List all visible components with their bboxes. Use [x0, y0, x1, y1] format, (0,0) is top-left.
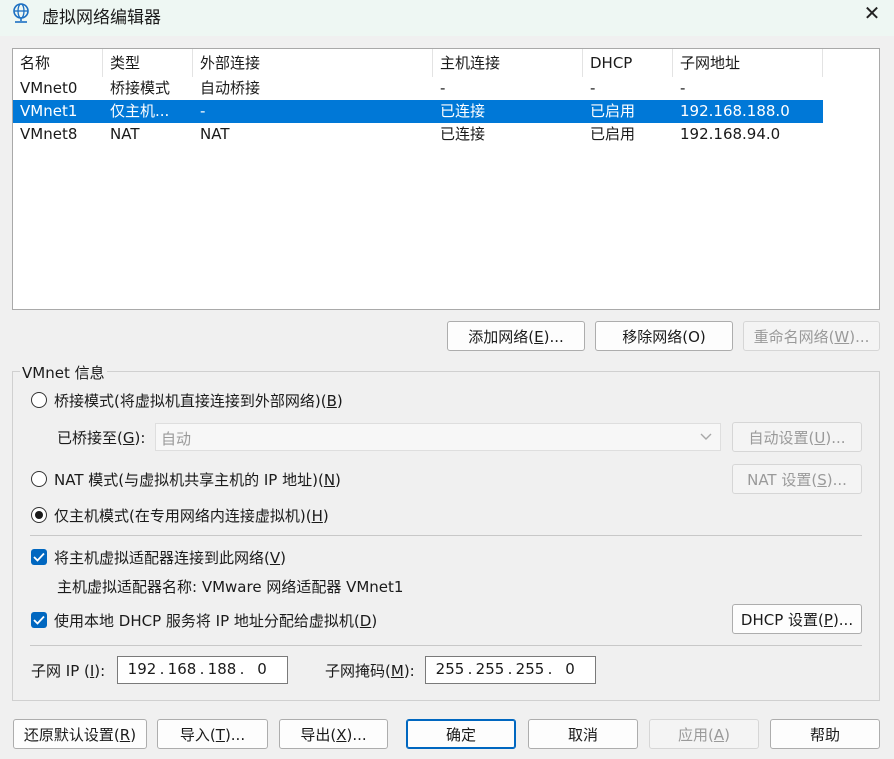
cancel-label: 取消	[567, 725, 598, 744]
subnet-mask-label: 子网掩码(M):	[325, 662, 415, 680]
table-row-selected[interactable]: VMnet1 仅主机... - 已连接 已启用 192.168.188.0	[13, 100, 823, 123]
apply-button[interactable]: 应用(A)	[649, 719, 759, 749]
column-header-type[interactable]: 类型	[103, 49, 193, 77]
remove-network-label: 移除网络(O)	[622, 327, 706, 346]
cancel-button[interactable]: 取消	[528, 719, 638, 749]
rename-network-button[interactable]: 重命名网络(W)...	[743, 321, 880, 351]
apply-label: 应用(A)	[678, 725, 730, 744]
subnet-ip-input[interactable]: 192 . 168 . 188 . 0	[117, 656, 288, 684]
mask-octet[interactable]: 255	[472, 660, 508, 678]
cell-external: -	[200, 102, 206, 120]
import-button[interactable]: 导入(T)...	[157, 719, 268, 749]
cell-name: VMnet0	[20, 79, 78, 97]
nat-settings-button[interactable]: NAT 设置(S)...	[732, 464, 862, 494]
adapter-name-text: 主机虚拟适配器名称: VMware 网络适配器 VMnet1	[57, 578, 404, 596]
cell-subnet: 192.168.94.0	[680, 125, 781, 143]
bridged-to-select[interactable]: 自动	[155, 423, 721, 451]
checkmark-icon	[33, 615, 45, 625]
window-title: 虚拟网络编辑器	[42, 8, 161, 28]
cell-host: 已连接	[440, 102, 486, 120]
cell-dhcp: 已启用	[590, 102, 636, 120]
auto-settings-button[interactable]: 自动设置(U)...	[732, 422, 862, 452]
host-only-mode-label[interactable]: 仅主机模式(在专用网络内连接虚拟机)(H)	[54, 505, 329, 526]
import-label: 导入(T)...	[179, 725, 246, 744]
export-button[interactable]: 导出(X)...	[279, 719, 388, 749]
connect-adapter-checkbox[interactable]	[31, 549, 47, 565]
cell-type: 桥接模式	[110, 79, 171, 97]
close-icon: ✕	[863, 1, 881, 25]
connect-adapter-label[interactable]: 将主机虚拟适配器连接到此网络(V)	[54, 547, 286, 568]
nat-mode-label[interactable]: NAT 模式(与虚拟机共享主机的 IP 地址)(N)	[54, 469, 341, 490]
cell-name: VMnet8	[20, 125, 78, 143]
bridged-mode-radio[interactable]	[31, 392, 47, 408]
chevron-down-icon	[700, 433, 712, 440]
divider	[30, 645, 862, 646]
close-button[interactable]: ✕	[850, 0, 894, 26]
export-label: 导出(X)...	[300, 725, 367, 744]
remove-network-button[interactable]: 移除网络(O)	[595, 321, 733, 351]
network-globe-icon	[13, 3, 29, 23]
cell-type: NAT	[110, 125, 140, 143]
vmnet-info-group	[12, 371, 880, 701]
ok-label: 确定	[445, 725, 476, 744]
ip-octet[interactable]: 192	[124, 660, 160, 678]
help-label: 帮助	[809, 725, 840, 744]
cell-dhcp: 已启用	[590, 125, 636, 143]
nat-mode-radio[interactable]	[31, 471, 47, 487]
divider	[30, 535, 862, 536]
dhcp-label[interactable]: 使用本地 DHCP 服务将 IP 地址分配给虚拟机(D)	[54, 610, 377, 631]
ip-octet[interactable]: 188	[204, 660, 240, 678]
restore-defaults-button[interactable]: 还原默认设置(R)	[13, 719, 147, 749]
ok-button[interactable]: 确定	[406, 719, 516, 749]
cell-dhcp: -	[590, 79, 596, 97]
table-row[interactable]: VMnet0 桥接模式 自动桥接 - - -	[13, 77, 879, 100]
checkmark-icon	[33, 552, 45, 562]
cell-name: VMnet1	[20, 102, 78, 120]
column-header-name[interactable]: 名称	[13, 49, 103, 77]
cell-external: NAT	[200, 125, 230, 143]
mask-octet[interactable]: 0	[552, 660, 588, 678]
help-button[interactable]: 帮助	[770, 719, 880, 749]
add-network-label: 添加网络(E)...	[468, 327, 564, 346]
cell-type: 仅主机...	[110, 102, 170, 120]
dhcp-settings-label: DHCP 设置(P)...	[740, 610, 854, 629]
auto-settings-label: 自动设置(U)...	[748, 428, 846, 447]
nat-settings-label: NAT 设置(S)...	[747, 470, 847, 489]
dhcp-checkbox[interactable]	[31, 612, 47, 628]
add-network-button[interactable]: 添加网络(E)...	[447, 321, 585, 351]
rename-network-label: 重命名网络(W)...	[753, 327, 870, 346]
title-bar: 虚拟网络编辑器 ✕	[0, 0, 894, 36]
table-row[interactable]: VMnet8 NAT NAT 已连接 已启用 192.168.94.0	[13, 123, 879, 146]
subnet-ip-label: 子网 IP (I):	[31, 662, 106, 680]
mask-octet[interactable]: 255	[432, 660, 468, 678]
bridged-to-label: 已桥接至(G):	[57, 429, 146, 447]
column-header-host[interactable]: 主机连接	[433, 49, 583, 77]
mask-octet[interactable]: 255	[512, 660, 548, 678]
cell-host: -	[440, 79, 446, 97]
cell-subnet: 192.168.188.0	[680, 102, 790, 120]
column-header-subnet[interactable]: 子网地址	[673, 49, 823, 77]
cell-subnet: -	[680, 79, 686, 97]
bridged-mode-label[interactable]: 桥接模式(将虚拟机直接连接到外部网络)(B)	[54, 390, 343, 411]
dhcp-settings-button[interactable]: DHCP 设置(P)...	[732, 604, 862, 634]
host-only-mode-radio[interactable]	[31, 507, 47, 523]
ip-octet[interactable]: 0	[244, 660, 280, 678]
restore-defaults-label: 还原默认设置(R)	[23, 725, 137, 744]
subnet-mask-input[interactable]: 255 . 255 . 255 . 0	[425, 656, 596, 684]
ip-octet[interactable]: 168	[164, 660, 200, 678]
column-header-dhcp[interactable]: DHCP	[583, 49, 673, 77]
bridged-to-value: 自动	[161, 430, 192, 448]
column-header-external[interactable]: 外部连接	[193, 49, 433, 77]
network-list[interactable]: 名称 类型 外部连接 主机连接 DHCP 子网地址 VMnet0 桥接模式 自动…	[12, 48, 880, 310]
cell-external: 自动桥接	[200, 79, 261, 97]
cell-host: 已连接	[440, 125, 486, 143]
list-header: 名称 类型 外部连接 主机连接 DHCP 子网地址	[13, 49, 879, 77]
vmnet-info-title: VMnet 信息	[20, 362, 107, 383]
